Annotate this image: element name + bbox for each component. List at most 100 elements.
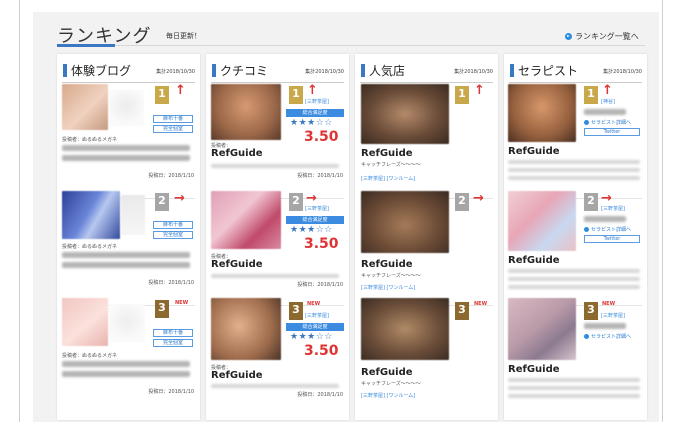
rank-badge: 3 [155, 300, 169, 322]
shop-card-3[interactable]: 3 NEW RefGuide キャッチフレーズ〜〜〜〜 [三軒茶屋] [ワンルー… [355, 298, 498, 413]
header-divider-accent [57, 44, 115, 47]
blog-card-2[interactable]: 2 → 麻布十番 完全個室 投稿者：ぬるぬるメガネ 投稿日：2018/1/10 [57, 191, 200, 306]
title-bar [361, 64, 365, 77]
shop-thumbnail[interactable] [361, 84, 449, 144]
therapist-text-blur [508, 386, 640, 390]
column-rule [509, 82, 642, 83]
shop-links[interactable]: [三軒茶屋] [ワンルーム] [361, 284, 415, 291]
therapist-detail-link[interactable]: セラピスト詳細へ [584, 333, 631, 340]
review-text-blur [211, 384, 339, 388]
therapist-thumbnail[interactable] [508, 84, 576, 142]
therapist-detail-link[interactable]: セラピスト詳細へ [584, 226, 631, 233]
poster-label: 投稿者：ぬるぬるメガネ [62, 244, 118, 250]
therapist-detail-link-label: セラピスト詳細へ [591, 334, 632, 340]
review-card-1[interactable]: 1 ↑ [三軒茶屋] 総合満足度 ★★★☆☆ 3.50 投稿者： RefGuid… [206, 84, 349, 199]
room-tag[interactable]: 完全個室 [153, 125, 193, 133]
shop-catchphrase: キャッチフレーズ〜〜〜〜 [361, 381, 421, 387]
star-rating: ★★★☆☆ [290, 332, 333, 342]
rating-score: 3.50 [304, 129, 339, 145]
area-link[interactable]: [三軒茶屋] [305, 98, 329, 105]
therapist-text-blur [508, 394, 640, 398]
twitter-button[interactable]: Twitter [584, 235, 640, 243]
trend-right-icon: → [601, 191, 612, 206]
therapist-shop-name[interactable]: RefGuide [508, 255, 560, 266]
shop-thumbnail[interactable] [361, 191, 449, 253]
shop-name[interactable]: RefGuide [361, 367, 413, 378]
post-date: 投稿日：2018/1/10 [148, 280, 194, 286]
blog-thumbnail[interactable] [62, 191, 120, 239]
twitter-button[interactable]: Twitter [584, 128, 640, 136]
therapist-thumbnail[interactable] [508, 298, 576, 360]
shop-card-1[interactable]: 1 ↑ RefGuide キャッチフレーズ〜〜〜〜 [三軒茶屋] [ワンルーム] [355, 84, 498, 199]
area-link[interactable]: [三軒茶屋] [601, 312, 625, 319]
shop-links[interactable]: [三軒茶屋] [ワンルーム] [361, 392, 415, 399]
area-tag[interactable]: 麻布十番 [153, 221, 193, 229]
star-rating: ★★★☆☆ [290, 118, 333, 128]
rating-score: 3.50 [304, 236, 339, 252]
rank-badge: 3 [289, 302, 303, 324]
blog-thumbnail-secondary [121, 195, 145, 235]
rank-badge: 2 [155, 193, 169, 215]
review-thumbnail[interactable] [211, 298, 281, 360]
rating-label: 総合満足度 [286, 216, 344, 224]
therapist-card-3[interactable]: 3 NEW [三軒茶屋] セラピスト詳細へ RefGuide [504, 298, 647, 413]
rank-badge: 1 [584, 86, 598, 108]
area-link[interactable]: [神谷] [601, 98, 615, 105]
column-title-text: 体験ブログ [71, 64, 132, 78]
poster-label: 投稿者：ぬるぬるメガネ [62, 353, 118, 359]
poster-name[interactable]: RefGuide [211, 370, 263, 381]
therapist-text-blur [508, 285, 640, 289]
rank-badge: 3 [584, 302, 598, 324]
column-date: 集計2018/10/30 [454, 69, 493, 75]
review-card-3[interactable]: 3 NEW [三軒茶屋] 総合満足度 ★★★☆☆ 3.50 投稿者： RefGu… [206, 298, 349, 413]
post-date: 投稿日：2018/1/10 [297, 282, 343, 288]
blog-thumbnail[interactable] [62, 298, 108, 346]
therapist-detail-link[interactable]: セラピスト詳細へ [584, 119, 631, 126]
therapist-card-1[interactable]: 1 ↑ [神谷] セラピスト詳細へ Twitter RefGuide [504, 84, 647, 199]
ranking-list-link[interactable]: ランキング一覧へ [565, 31, 639, 42]
area-link[interactable]: [三軒茶屋] [601, 205, 625, 212]
rank-badge: 2 [455, 193, 469, 215]
therapist-detail-link-label: セラピスト詳細へ [591, 120, 632, 126]
room-tag[interactable]: 完全個室 [153, 231, 193, 239]
poster-name[interactable]: RefGuide [211, 259, 263, 270]
therapist-text-blur [508, 269, 640, 273]
shop-thumbnail[interactable] [361, 298, 449, 360]
blog-title-blur [62, 145, 190, 151]
blog-card-3[interactable]: 3 NEW 麻布十番 完全個室 投稿者：ぬるぬるメガネ 投稿日：2018/1/1… [57, 298, 200, 413]
review-thumbnail[interactable] [211, 84, 281, 140]
area-tag[interactable]: 麻布十番 [153, 115, 193, 123]
poster-name[interactable]: RefGuide [211, 148, 263, 159]
review-thumbnail[interactable] [211, 191, 281, 249]
trend-up-icon: ↑ [602, 83, 613, 98]
blog-thumbnail[interactable] [62, 84, 108, 130]
area-link[interactable]: [三軒茶屋] [305, 205, 329, 212]
shop-catchphrase: キャッチフレーズ〜〜〜〜 [361, 162, 421, 168]
therapist-detail-link-label: セラピスト詳細へ [591, 227, 632, 233]
therapist-text-blur [508, 168, 640, 172]
blog-title-blur [62, 155, 190, 161]
therapist-thumbnail[interactable] [508, 191, 576, 251]
shop-links[interactable]: [三軒茶屋] [ワンルーム] [361, 175, 415, 182]
shop-name[interactable]: RefGuide [361, 148, 413, 159]
left-border [19, 0, 20, 422]
blog-title-blur [62, 361, 190, 367]
column-date: 集計2018/10/30 [156, 69, 195, 75]
shop-name[interactable]: RefGuide [361, 259, 413, 270]
blog-card-1[interactable]: 1 ↑ 麻布十番 完全個室 投稿者：ぬるぬるメガネ 投稿日：2018/1/10 [57, 84, 200, 199]
trend-right-icon: → [473, 191, 484, 206]
therapist-card-2[interactable]: 2 → [三軒茶屋] セラピスト詳細へ Twitter RefGuide [504, 191, 647, 306]
therapist-shop-name[interactable]: RefGuide [508, 146, 560, 157]
area-link[interactable]: [三軒茶屋] [305, 312, 329, 319]
rank-badge: 1 [155, 86, 169, 108]
area-tag[interactable]: 麻布十番 [153, 329, 193, 337]
shop-card-2[interactable]: 2 → RefGuide キャッチフレーズ〜〜〜〜 [三軒茶屋] [ワンルーム] [355, 191, 498, 306]
review-text-blur [211, 164, 339, 168]
column-title: 体験ブログ [63, 62, 131, 79]
review-card-2[interactable]: 2 → [三軒茶屋] 総合満足度 ★★★☆☆ 3.50 投稿者： RefGuid… [206, 191, 349, 306]
therapist-shop-name[interactable]: RefGuide [508, 364, 560, 375]
room-tag[interactable]: 完全個室 [153, 339, 193, 347]
post-date: 投稿日：2018/1/10 [148, 173, 194, 179]
ranking-page: ランキング 毎日更新！ ランキング一覧へ 体験ブログ 集計2018/10/30 … [0, 0, 682, 422]
trend-up-icon: ↑ [307, 83, 318, 98]
